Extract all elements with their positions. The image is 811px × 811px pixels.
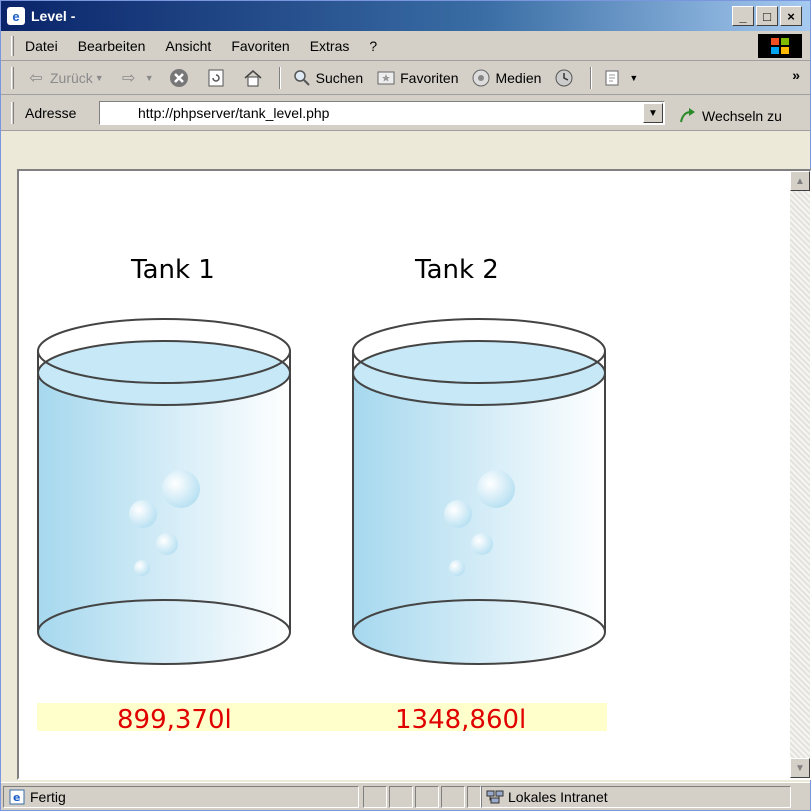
favorites-icon	[375, 67, 397, 89]
refresh-button[interactable]	[205, 67, 230, 89]
address-bar: Adresse http://phpserver/tank_level.php …	[1, 95, 810, 131]
home-button[interactable]	[242, 67, 267, 89]
menu-extras[interactable]: Extras	[310, 38, 350, 54]
page-done-icon: e	[8, 788, 26, 806]
back-label: Zurück	[50, 69, 93, 86]
back-button[interactable]: ⇦ Zurück ▼	[25, 67, 106, 89]
menu-ansicht[interactable]: Ansicht	[165, 38, 211, 54]
back-arrow-icon: ⇦	[29, 69, 43, 87]
tank-2-level: 1348,860l	[395, 705, 527, 735]
page-content: Tank 1 Tank 2 899,370l 1348,860l	[19, 171, 790, 778]
status-panel-empty	[415, 786, 439, 808]
forward-button[interactable]: ⇨ ▼	[118, 67, 156, 89]
page-viewport: Tank 1 Tank 2 899,370l 1348,860l ▲ ▼	[17, 169, 811, 780]
chevron-down-icon: ▼	[648, 107, 658, 119]
status-panel-empty	[363, 786, 387, 808]
status-panel-empty	[441, 786, 465, 808]
menu-datei[interactable]: Datei	[25, 38, 58, 54]
chevron-down-icon: ▼	[795, 762, 805, 774]
mail-icon	[602, 67, 624, 89]
maximize-button[interactable]: □	[756, 6, 778, 26]
minimize-button[interactable]: _	[732, 6, 754, 26]
tank-1-title: Tank 1	[131, 255, 215, 285]
toolbar-overflow-icon[interactable]: »	[792, 67, 800, 83]
history-icon	[553, 67, 575, 89]
menu-help[interactable]: ?	[369, 38, 377, 54]
search-icon	[291, 67, 313, 89]
status-text-panel: e Fertig	[3, 786, 359, 808]
mail-dropdown-icon[interactable]: ▼	[629, 73, 638, 83]
forward-arrow-icon: ⇨	[122, 69, 136, 87]
status-panel-empty	[389, 786, 413, 808]
scroll-up-button[interactable]: ▲	[790, 171, 810, 191]
go-arrow-icon	[677, 105, 699, 127]
status-panel-empty	[467, 786, 481, 808]
search-button[interactable]: Suchen	[291, 67, 363, 89]
title-bar: e Level - _ □ ×	[1, 1, 810, 31]
maximize-icon: □	[763, 8, 771, 24]
windows-logo-icon	[758, 34, 802, 58]
stop-button[interactable]	[168, 67, 193, 89]
svg-text:e: e	[13, 791, 20, 804]
menu-bar: Datei Bearbeiten Ansicht Favoriten Extra…	[1, 31, 810, 61]
ie-logo-icon: e	[7, 7, 25, 25]
address-label: Adresse	[25, 105, 77, 121]
media-button[interactable]: Medien	[470, 67, 541, 89]
tank-2-graphic	[352, 318, 606, 665]
forward-dropdown-icon[interactable]: ▼	[145, 73, 154, 83]
back-dropdown-icon[interactable]: ▼	[95, 73, 104, 83]
go-button[interactable]: Wechseln zu	[677, 105, 782, 127]
tank-1-level: 899,370l	[117, 705, 232, 735]
status-zone-panel: Lokales Intranet	[481, 786, 791, 808]
toolbar-separator	[590, 66, 593, 89]
security-zone-label: Lokales Intranet	[508, 789, 608, 805]
tank-1-graphic	[37, 318, 291, 665]
close-button[interactable]: ×	[780, 6, 802, 26]
intranet-icon	[486, 788, 504, 806]
mail-button[interactable]: ▼	[602, 67, 640, 89]
history-button[interactable]	[553, 67, 578, 89]
address-input[interactable]: http://phpserver/tank_level.php ▼	[99, 101, 665, 125]
favorites-button[interactable]: Favoriten	[375, 67, 458, 89]
home-icon	[242, 67, 264, 89]
vertical-scrollbar[interactable]: ▲ ▼	[790, 171, 810, 778]
address-url: http://phpserver/tank_level.php	[138, 105, 330, 121]
status-text: Fertig	[30, 789, 66, 805]
tank-2-title: Tank 2	[415, 255, 499, 285]
scroll-down-button[interactable]: ▼	[790, 758, 810, 778]
browser-window: e Level - _ □ × Datei Bearbeiten Ansicht…	[0, 0, 811, 811]
toolbar-grip[interactable]	[11, 67, 14, 89]
menu-grip[interactable]	[11, 36, 14, 56]
close-icon: ×	[787, 8, 795, 24]
status-bar: e Fertig Lokales Intranet	[1, 782, 810, 810]
address-grip[interactable]	[11, 102, 14, 124]
refresh-icon	[205, 67, 227, 89]
menu-bearbeiten[interactable]: Bearbeiten	[78, 38, 146, 54]
media-icon	[470, 67, 492, 89]
address-dropdown-button[interactable]: ▼	[643, 103, 663, 123]
minimize-icon: _	[739, 8, 747, 24]
favorites-label: Favoriten	[400, 69, 459, 86]
chevron-up-icon: ▲	[795, 175, 805, 187]
toolbar-separator	[278, 66, 281, 89]
menu-favoriten[interactable]: Favoriten	[231, 38, 289, 54]
window-title: Level -	[31, 8, 76, 24]
go-label: Wechseln zu	[702, 108, 782, 124]
stop-icon	[168, 67, 190, 89]
search-label: Suchen	[315, 69, 364, 86]
media-label: Medien	[495, 69, 542, 86]
standard-toolbar: ⇦ Zurück ▼ ⇨ ▼ Suchen Favoriten Medien ▼…	[1, 61, 810, 95]
